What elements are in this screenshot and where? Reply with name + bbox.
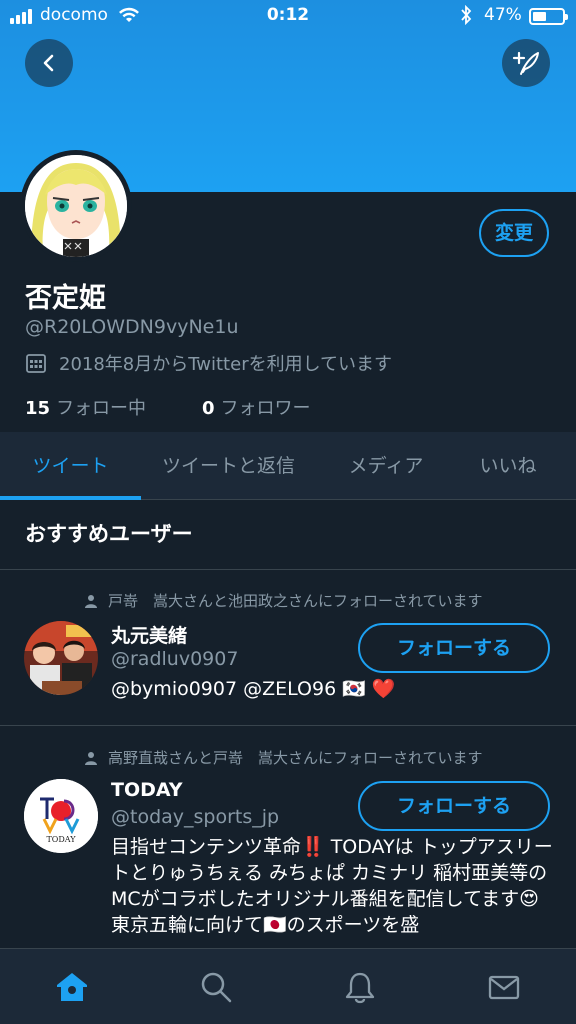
nav-notifications[interactable]: [340, 967, 380, 1007]
edit-profile-button[interactable]: 変更: [479, 209, 549, 257]
messages-icon: [488, 975, 520, 1000]
nav-messages[interactable]: [484, 967, 524, 1007]
status-bar: docomo 0:12 47%: [0, 0, 576, 32]
nav-home[interactable]: [52, 967, 92, 1007]
joined-date: 2018年8月からTwitterを利用しています: [25, 350, 392, 376]
followers-count: 0: [202, 398, 215, 419]
battery-icon: [529, 8, 568, 25]
following-count: 15: [25, 398, 51, 419]
nav-search[interactable]: [196, 967, 236, 1007]
battery-percent: 47%: [484, 5, 522, 25]
tab-tweets-and-replies[interactable]: ツイートと返信: [141, 432, 316, 500]
compose-tweet-button[interactable]: [502, 39, 550, 87]
tab-media[interactable]: メディア: [316, 432, 456, 500]
person-icon: [85, 751, 97, 765]
tab-likes[interactable]: いいね: [456, 432, 560, 500]
active-tab-indicator: [0, 496, 141, 500]
home-icon: [57, 973, 87, 1001]
user-name[interactable]: 丸元美緒: [111, 621, 187, 648]
back-button[interactable]: [25, 39, 73, 87]
social-context: 戸嵜 嵩大さんと池田政之さんにフォローされています: [84, 590, 483, 611]
joined-text: 2018年8月からTwitterを利用しています: [59, 354, 393, 375]
recommended-users-title: おすすめユーザー: [25, 522, 193, 546]
person-icon: [85, 594, 97, 608]
follow-button[interactable]: フォローする: [358, 781, 550, 831]
user-avatar[interactable]: [24, 621, 98, 695]
user-name[interactable]: TODAY: [111, 779, 183, 801]
divider: [0, 569, 576, 570]
profile-tabs: ツイート ツイートと返信 メディア いいね: [0, 432, 576, 500]
following-label: フォロー中: [56, 398, 147, 419]
notifications-icon: [345, 972, 375, 1004]
tab-tweets[interactable]: ツイート: [0, 432, 141, 500]
followers-stat[interactable]: 0 フォロワー: [202, 394, 311, 420]
chevron-left-icon: [43, 54, 54, 72]
follow-button[interactable]: フォローする: [358, 623, 550, 673]
bottom-navigation: [0, 948, 576, 1024]
social-context: 高野直哉さんと戸嵜 嵩大さんにフォローされています: [84, 747, 483, 768]
profile-avatar[interactable]: [20, 150, 132, 262]
divider: [0, 725, 576, 726]
search-icon: [201, 972, 232, 1003]
user-bio: @bymio0907 @ZELO96 🇰🇷 ❤️: [111, 678, 396, 700]
calendar-icon: [26, 354, 46, 373]
today-logo-text: TODAY: [46, 835, 76, 844]
social-context-text: 戸嵜 嵩大さんと池田政之さんにフォローされています: [108, 592, 483, 610]
followers-label: フォロワー: [220, 398, 311, 419]
bluetooth-icon: [460, 4, 472, 30]
user-handle: @radluv0907: [111, 648, 239, 670]
user-bio: 目指せコンテンツ革命‼️ TODAYは トップアスリートとりゅうちぇる みちょぱ…: [111, 836, 553, 936]
user-avatar[interactable]: TODAY: [24, 779, 98, 853]
following-stat[interactable]: 15 フォロー中: [25, 394, 146, 420]
profile-handle: @R20LOWDN9vyNe1u: [25, 316, 239, 338]
user-handle: @today_sports_jp: [111, 806, 280, 828]
social-context-text: 高野直哉さんと戸嵜 嵩大さんにフォローされています: [108, 749, 483, 767]
compose-tweet-icon: [512, 51, 539, 75]
display-name: 否定姫: [25, 283, 106, 314]
